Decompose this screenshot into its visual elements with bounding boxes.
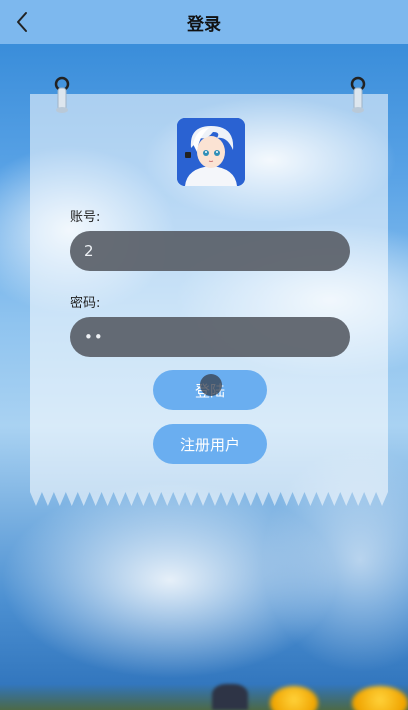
pin-icon [54,76,70,113]
user-avatar [177,118,245,186]
top-bar: 登录 [0,0,408,44]
anime-avatar-icon [177,118,245,186]
login-screen: 登录 账号: 密码: 登 [0,0,408,710]
page-title: 登录 [187,14,221,35]
back-button[interactable] [6,6,38,38]
chevron-left-icon [17,12,27,32]
pin-icon [350,76,366,113]
background-stone [212,684,248,710]
register-button[interactable]: 注册用户 [153,424,267,464]
card-zigzag-edge [30,492,388,506]
account-input[interactable] [70,231,350,271]
touch-indicator [200,374,222,396]
password-label: 密码: [70,296,101,311]
password-input[interactable] [70,317,350,357]
account-label: 账号: [70,210,101,225]
background-ground [0,684,408,710]
